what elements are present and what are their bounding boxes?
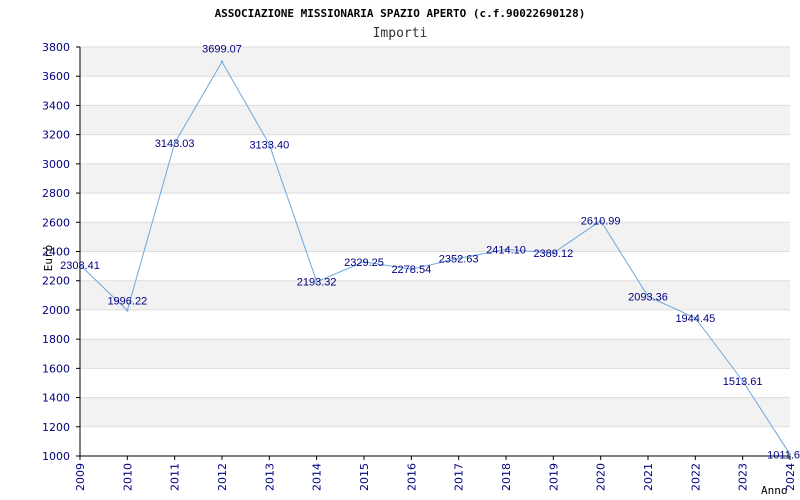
x-tick-label: 2018 <box>500 463 513 491</box>
x-tick-label: 2021 <box>642 463 655 491</box>
data-label: 3133.40 <box>249 139 289 151</box>
data-label: 2308.41 <box>60 260 100 272</box>
x-tick-label: 2019 <box>547 463 560 491</box>
y-tick-label: 1200 <box>42 421 70 434</box>
x-tick-label: 2010 <box>121 463 134 491</box>
x-tick-label: 2014 <box>311 463 324 491</box>
plot-band <box>80 339 790 369</box>
data-label: 2093.36 <box>628 291 668 303</box>
data-label: 2389.12 <box>533 248 573 260</box>
x-tick-label: 2013 <box>263 463 276 491</box>
x-tick-label: 2017 <box>453 463 466 491</box>
data-label: 1011.6 <box>767 449 800 461</box>
data-label: 2329.25 <box>344 257 384 269</box>
y-axis-label: Euro <box>42 245 55 272</box>
y-tick-label: 3800 <box>42 41 70 54</box>
data-label: 1944.45 <box>675 313 715 325</box>
data-point <box>126 309 129 312</box>
y-tick-label: 3400 <box>42 99 70 112</box>
chart-title: ASSOCIAZIONE MISSIONARIA SPAZIO APERTO (… <box>215 7 586 20</box>
data-label: 1996.22 <box>107 295 147 307</box>
x-tick-label: 2016 <box>405 463 418 491</box>
x-tick-label: 2022 <box>689 463 702 491</box>
plot-band <box>80 222 790 252</box>
data-label: 1513.61 <box>723 376 763 388</box>
x-tick-label: 2015 <box>358 463 371 491</box>
plot-band <box>80 193 790 223</box>
plot-band <box>80 426 790 456</box>
data-label: 3699.07 <box>202 44 242 56</box>
plot-band <box>80 76 790 106</box>
x-tick-label: 2009 <box>74 463 87 491</box>
y-tick-label: 2000 <box>42 304 70 317</box>
plot-band <box>80 368 790 398</box>
plot-band <box>80 47 790 77</box>
x-tick-label: 2012 <box>216 463 229 491</box>
plot-band <box>80 251 790 281</box>
y-tick-label: 2800 <box>42 187 70 200</box>
chart-subtitle: Importi <box>373 26 428 41</box>
x-axis-label: Anno <box>761 484 788 497</box>
y-tick-label: 3200 <box>42 129 70 142</box>
y-tick-label: 2600 <box>42 216 70 229</box>
data-label: 3143.03 <box>155 138 195 150</box>
y-tick-label: 3000 <box>42 158 70 171</box>
plot-band <box>80 163 790 194</box>
x-tick-label: 2023 <box>737 463 750 491</box>
data-label: 2610.99 <box>581 216 621 228</box>
data-label: 2352.63 <box>439 253 479 265</box>
y-tick-label: 1600 <box>42 362 70 375</box>
y-tick-label: 1000 <box>42 450 70 463</box>
plot-band <box>80 280 790 310</box>
plot-band <box>80 105 790 135</box>
plot-band <box>80 397 790 427</box>
line-chart: ASSOCIAZIONE MISSIONARIA SPAZIO APERTO (… <box>42 7 800 497</box>
data-label: 2414.10 <box>486 244 526 256</box>
x-tick-label: 2011 <box>169 463 182 491</box>
y-tick-label: 1800 <box>42 333 70 346</box>
data-label: 2193.32 <box>297 277 337 289</box>
y-tick-label: 1400 <box>42 392 70 405</box>
y-tick-label: 2200 <box>42 275 70 288</box>
data-point <box>220 60 224 63</box>
y-tick-label: 3600 <box>42 70 70 83</box>
x-axis-ticks: 2009 2010 2011 2012 2013 2014 2015 2016 2017 2018… <box>74 456 797 491</box>
data-label: 2278.54 <box>391 264 431 276</box>
x-tick-label: 2020 <box>595 463 608 491</box>
